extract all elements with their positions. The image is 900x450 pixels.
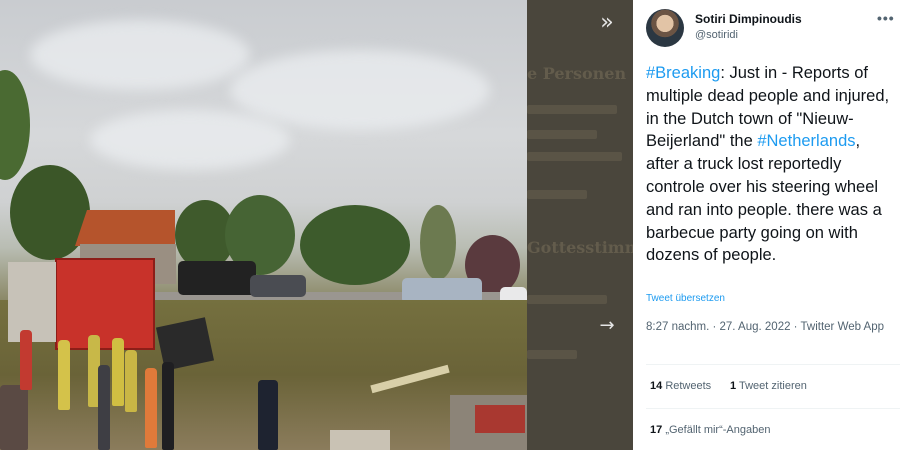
van bbox=[178, 261, 256, 295]
background-line bbox=[527, 190, 587, 199]
hashtag-breaking[interactable]: #Breaking bbox=[646, 64, 720, 82]
police-officer bbox=[162, 362, 174, 450]
likes-stat[interactable]: 17 „Gefällt mir“-Angaben bbox=[650, 424, 770, 436]
background-line bbox=[527, 130, 597, 139]
next-media-chevron-icon[interactable]: » bbox=[592, 8, 622, 38]
tree bbox=[420, 205, 456, 280]
retweets-stat[interactable]: 14 Retweets bbox=[650, 380, 711, 392]
likes-count: 17 bbox=[650, 424, 663, 436]
red-truck bbox=[55, 258, 155, 350]
debris bbox=[330, 430, 390, 450]
car bbox=[250, 275, 306, 297]
author-name[interactable]: Sotiri Dimpinoudis bbox=[695, 12, 802, 26]
hashtag-netherlands[interactable]: #Netherlands bbox=[757, 132, 855, 150]
divider bbox=[646, 408, 900, 409]
bystander bbox=[20, 330, 32, 390]
cloud bbox=[230, 50, 490, 130]
viewer-side-strip: e Personen Gottesstimme bbox=[527, 0, 652, 450]
debris bbox=[475, 405, 525, 433]
next-arrow-icon[interactable]: → bbox=[592, 311, 622, 341]
firefighter bbox=[58, 340, 70, 410]
background-line bbox=[527, 152, 622, 161]
bystander bbox=[0, 385, 28, 450]
retweets-label: Retweets bbox=[665, 380, 712, 392]
quotes-label: Tweet zitieren bbox=[738, 380, 807, 392]
translate-tweet-link[interactable]: Tweet übersetzen bbox=[646, 293, 725, 304]
quote-tweets-stat[interactable]: 1 Tweet zitieren bbox=[730, 380, 807, 392]
firefighter bbox=[112, 338, 124, 406]
avatar[interactable] bbox=[646, 9, 684, 47]
background-heading: e Personen bbox=[527, 64, 627, 83]
tree bbox=[300, 205, 410, 285]
tweet-text-segment: , after a truck lost reportedly controle… bbox=[646, 132, 887, 265]
likes-label: „Gefällt mir“-Angaben bbox=[665, 424, 771, 436]
tweet-text: #Breaking: Just in - Reports of multiple… bbox=[646, 62, 896, 267]
background-line bbox=[527, 295, 607, 304]
truck-cab bbox=[8, 262, 56, 342]
bystander bbox=[145, 368, 157, 448]
background-line bbox=[527, 350, 577, 359]
tweet-timestamp[interactable]: 8:27 nachm. · 27. Aug. 2022 · Twitter We… bbox=[646, 319, 896, 335]
quotes-count: 1 bbox=[730, 380, 737, 392]
retweets-count: 14 bbox=[650, 380, 663, 392]
tree bbox=[0, 70, 30, 180]
background-line bbox=[527, 105, 617, 114]
more-options-icon[interactable]: ••• bbox=[877, 10, 895, 26]
tweet-panel: Sotiri Dimpinoudis @sotiridi ••• #Breaki… bbox=[633, 0, 900, 450]
author-handle[interactable]: @sotiridi bbox=[695, 29, 738, 41]
bystander bbox=[258, 380, 278, 450]
bystander bbox=[98, 365, 110, 450]
tweet-photo[interactable] bbox=[0, 0, 527, 450]
cloud bbox=[90, 110, 290, 170]
firefighter bbox=[125, 350, 137, 412]
house-roof bbox=[75, 210, 175, 246]
divider bbox=[646, 364, 900, 365]
cloud bbox=[30, 20, 250, 90]
